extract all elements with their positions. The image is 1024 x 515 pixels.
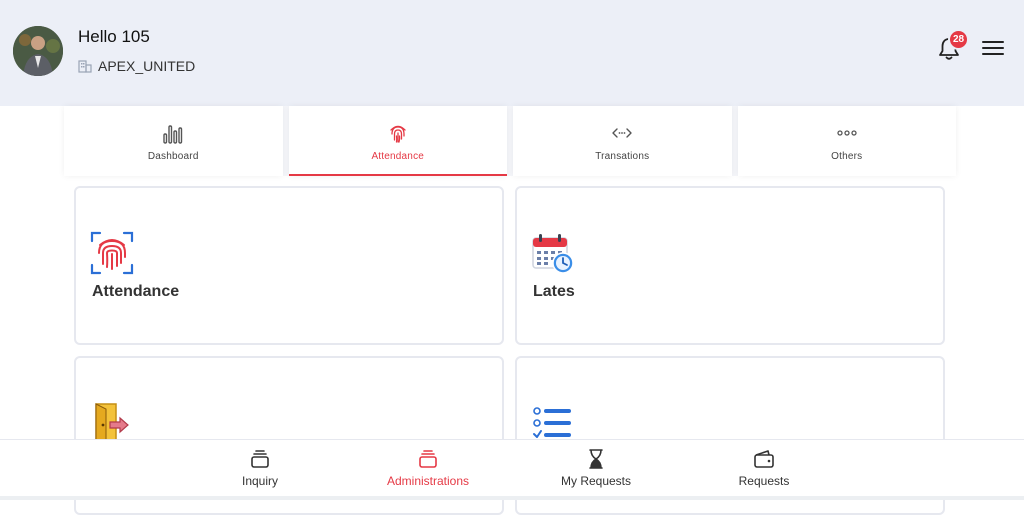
tab-label: Attendance	[371, 150, 425, 162]
stack-icon	[251, 450, 269, 468]
nav-my-requests[interactable]: My Requests	[512, 440, 680, 496]
nav-label: My Requests	[560, 474, 632, 488]
bottom-edge	[0, 496, 1024, 500]
nav-label: Requests	[738, 474, 790, 488]
code-arrows-icon	[612, 127, 632, 138]
wallet-icon	[754, 450, 774, 468]
nav-requests[interactable]: Requests	[680, 440, 848, 496]
tab-bar: Dashboard Attendance Transations Others	[64, 106, 956, 176]
nav-label: Inquiry	[241, 474, 279, 488]
company-name: APEX_UNITED	[98, 58, 196, 74]
nav-label: Administrations	[386, 474, 470, 488]
company-label: APEX_UNITED	[78, 58, 195, 74]
tab-label: Others	[831, 150, 863, 162]
tab-label: Transations	[595, 150, 650, 162]
lates-card[interactable]: Lates	[515, 186, 945, 345]
notification-badge: 28	[948, 29, 969, 50]
bottom-navigation: Inquiry Administrations My Requests Requ…	[0, 439, 1024, 496]
attendance-card[interactable]: Attendance	[74, 186, 504, 345]
greeting-text: Hello 105	[78, 27, 150, 46]
card-title: Lates	[533, 283, 575, 300]
tab-transations[interactable]: Transations	[513, 106, 732, 176]
fingerprint-icon	[390, 125, 406, 143]
nav-inquiry[interactable]: Inquiry	[176, 440, 344, 496]
nav-administrations[interactable]: Administrations	[344, 440, 512, 496]
calendar-clock-icon	[532, 234, 574, 274]
app-header: Hello 105 APEX_UNITED 28	[0, 0, 1024, 106]
stack-icon	[419, 450, 437, 468]
tab-others[interactable]: Others	[737, 106, 956, 176]
fingerprint-scan-icon	[90, 231, 134, 275]
more-dots-icon	[837, 129, 857, 136]
tab-attendance[interactable]: Attendance	[288, 106, 507, 176]
tab-dashboard[interactable]: Dashboard	[64, 106, 283, 176]
building-icon	[78, 60, 92, 73]
card-title: Attendance	[92, 283, 180, 300]
hamburger-menu-button[interactable]	[982, 38, 1004, 58]
hourglass-icon	[589, 449, 603, 469]
bar-chart-icon	[163, 124, 183, 144]
avatar[interactable]	[13, 26, 63, 76]
tab-label: Dashboard	[147, 150, 199, 162]
